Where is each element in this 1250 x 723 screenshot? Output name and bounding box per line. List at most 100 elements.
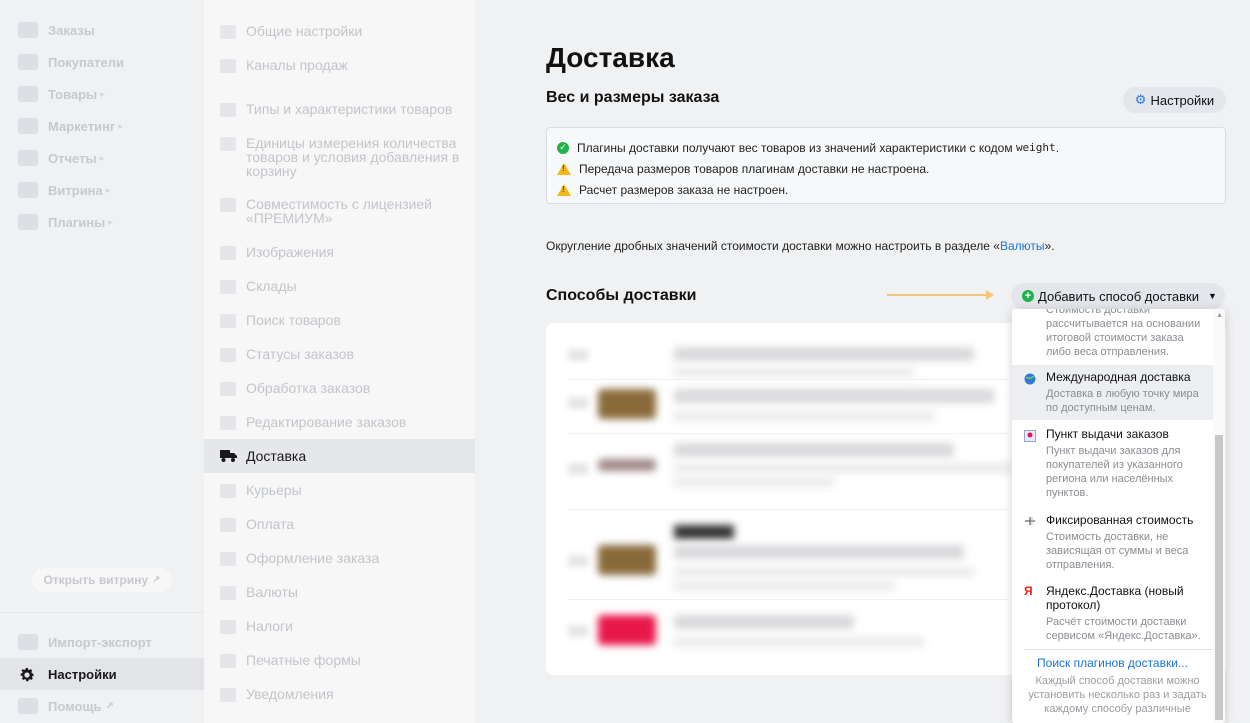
dropdown-footer-note: Каждый способ доставки можно установить …	[1028, 675, 1207, 715]
page-title: Доставка	[546, 42, 675, 73]
list-icon	[220, 103, 236, 117]
yandex-icon: Я	[1024, 584, 1033, 598]
scrollbar-thumb[interactable]	[1215, 435, 1223, 720]
sidebar-item-plugins[interactable]: Плагины ▸	[0, 206, 204, 238]
camera-icon	[220, 246, 236, 260]
chevron-right-icon: ▸	[105, 184, 111, 195]
sidebar-item-help[interactable]: Помощь ↗	[0, 690, 204, 722]
gear-icon	[18, 666, 38, 682]
dropdown-divider	[1024, 649, 1213, 650]
sidebar-item-products[interactable]: Товары ▸	[0, 78, 204, 110]
refresh-icon	[220, 382, 236, 396]
settings-item-order-statuses[interactable]: Статусы заказов	[204, 347, 475, 362]
percent-icon	[220, 620, 236, 634]
list-icon	[220, 137, 236, 151]
rounding-note: Округление дробных значений стоимости до…	[546, 239, 1055, 253]
add-shipping-method-dropdown: Стоимость доставки рассчитывается на осн…	[1012, 309, 1225, 723]
settings-item-order-editing[interactable]: Редактирование заказов	[204, 415, 475, 430]
chart-icon	[18, 150, 38, 166]
caret-down-icon: ▼	[1207, 291, 1217, 301]
settings-item-units[interactable]: Единицы измерения количества товаров и у…	[204, 136, 475, 178]
shipping-methods-title: Способы доставки	[546, 287, 697, 304]
settings-item-shipping[interactable]: Доставка	[204, 439, 475, 473]
settings-button[interactable]: ⚙ Настройки	[1123, 87, 1226, 113]
globe-icon	[1024, 372, 1036, 385]
settings-item-notifications[interactable]: Уведомления	[204, 687, 475, 702]
add-shipping-method-button[interactable]: + Добавить способ доставки ▼	[1011, 283, 1225, 309]
settings-item-taxes[interactable]: Налоги	[204, 619, 475, 634]
settings-item-warehouses[interactable]: Склады	[204, 279, 475, 294]
currencies-link[interactable]: Валюты	[1000, 239, 1045, 253]
settings-item-sales-channels[interactable]: Каналы продаж	[204, 58, 475, 73]
external-link-icon: ↗	[152, 574, 161, 586]
bell-icon	[220, 688, 236, 702]
storefront-icon	[18, 182, 38, 198]
sidebar-item-customers[interactable]: Покупатели	[0, 46, 204, 78]
sidebar-item-orders[interactable]: Заказы	[0, 14, 204, 46]
warehouse-icon	[220, 280, 236, 294]
settings-item-payment[interactable]: Оплата	[204, 517, 475, 532]
puzzle-icon	[18, 214, 38, 230]
scroll-up-icon[interactable]: ▲	[1216, 312, 1223, 319]
puzzle-icon	[220, 198, 236, 212]
truck-icon	[220, 449, 237, 463]
sidebar-item-import-export[interactable]: Импорт-экспорт	[0, 626, 204, 658]
credit-card-icon	[220, 518, 236, 532]
settings-item-currencies[interactable]: Валюты	[204, 585, 475, 600]
chevron-right-icon: ▸	[99, 152, 105, 163]
dollar-icon	[220, 586, 236, 600]
plus-circle-icon: +	[1022, 290, 1034, 302]
import-export-icon	[18, 634, 38, 650]
shipping-info-box: ✓ Плагины доставки получают вес товаров …	[546, 127, 1226, 204]
fixed-price-icon	[1024, 514, 1036, 526]
courier-icon	[220, 484, 236, 498]
dropdown-item-yandex-delivery[interactable]: Я Яндекс.Доставка (новый протокол) Расчё…	[1012, 584, 1213, 643]
sidebar-item-reports[interactable]: Отчеты ▸	[0, 142, 204, 174]
dropdown-item-fixed-price[interactable]: Фиксированная стоимость Стоимость достав…	[1012, 513, 1213, 572]
map-pin-icon	[1024, 429, 1036, 442]
settings-item-general[interactable]: Общие настройки	[204, 24, 475, 39]
sidebar-divider	[0, 612, 204, 613]
search-icon	[220, 314, 236, 328]
flag-icon	[220, 348, 236, 362]
warning-icon: !	[557, 162, 571, 175]
external-link-icon: ↗	[105, 700, 114, 712]
printer-icon	[220, 654, 236, 668]
dropdown-scrollbar[interactable]: ▲	[1213, 309, 1225, 723]
gear-icon: ⚙	[1134, 92, 1147, 107]
cart-icon	[18, 22, 38, 38]
megaphone-icon	[18, 118, 38, 134]
edit-icon	[220, 416, 236, 430]
open-storefront-button[interactable]: Открыть витрину ↗	[32, 568, 172, 592]
settings-item-couriers[interactable]: Курьеры	[204, 483, 475, 498]
settings-item-order-processing[interactable]: Обработка заказов	[204, 381, 475, 396]
settings-item-search[interactable]: Поиск товаров	[204, 313, 475, 328]
list-icon	[220, 25, 236, 39]
settings-item-product-types[interactable]: Типы и характеристики товаров	[204, 102, 475, 117]
checkout-icon	[220, 552, 236, 566]
chevron-right-icon: ▸	[108, 216, 113, 227]
dropdown-item-partial[interactable]: Стоимость доставки рассчитывается на осн…	[1012, 309, 1213, 359]
sidebar-item-marketing[interactable]: Маркетинг ▸	[0, 110, 204, 142]
check-icon: ✓	[557, 141, 569, 154]
sidebar-item-settings[interactable]: Настройки	[0, 658, 204, 690]
settings-item-print-forms[interactable]: Печатные формы	[204, 653, 475, 668]
chevron-right-icon: ▸	[100, 88, 105, 99]
settings-item-premium[interactable]: Совместимость с лицензией «ПРЕМИУМ»	[204, 197, 475, 225]
search-shipping-plugins-link[interactable]: Поиск плагинов доставки...	[1012, 656, 1213, 670]
main-sidebar: Заказы Покупатели Товары ▸ Маркетинг ▸ О…	[0, 0, 204, 723]
settings-item-images[interactable]: Изображения	[204, 245, 475, 260]
info-line-order-size: ! Расчет размеров заказа не настроен.	[557, 179, 1215, 200]
users-icon	[18, 54, 38, 70]
help-icon	[18, 698, 38, 714]
info-line-dimensions: ! Передача размеров товаров плагинам дос…	[557, 158, 1215, 179]
weight-section-title: Вес и размеры заказа	[546, 89, 720, 106]
dropdown-item-pickup-point[interactable]: Пункт выдачи заказов Пункт выдачи заказо…	[1012, 427, 1213, 500]
cart-icon	[220, 59, 236, 73]
settings-item-checkout[interactable]: Оформление заказа	[204, 551, 475, 566]
sidebar-item-storefront[interactable]: Витрина ▸	[0, 174, 204, 206]
arrow-right-icon	[887, 290, 994, 300]
dropdown-item-international[interactable]: Международная доставка Доставка в любую …	[1012, 365, 1213, 420]
chevron-right-icon: ▸	[118, 120, 123, 131]
info-line-weight: ✓ Плагины доставки получают вес товаров …	[557, 137, 1215, 158]
